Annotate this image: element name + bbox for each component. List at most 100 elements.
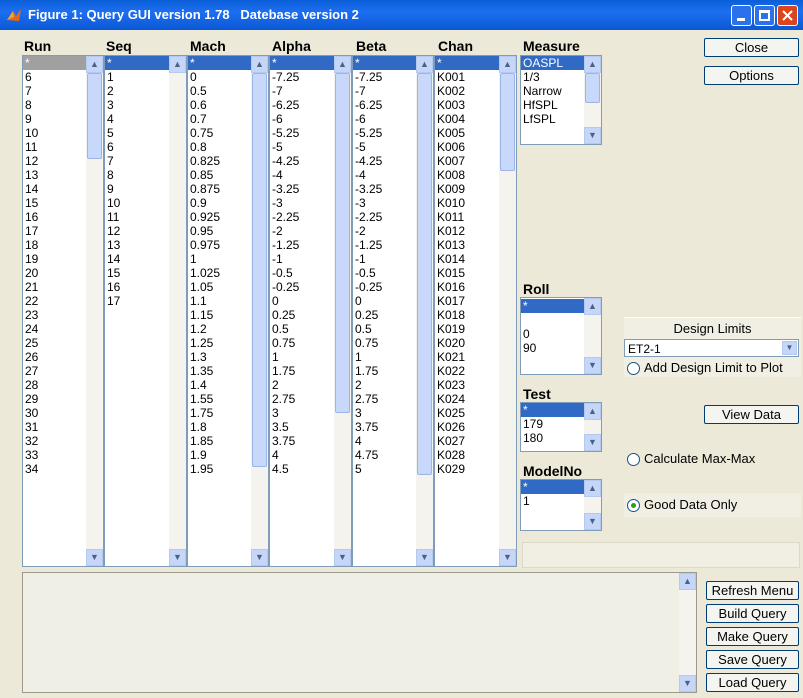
list-item[interactable]: K004 — [435, 112, 499, 126]
list-item[interactable]: K010 — [435, 196, 499, 210]
scroll-down-icon[interactable]: ▼ — [584, 513, 601, 530]
list-item[interactable]: 180 — [521, 431, 584, 445]
list-item[interactable]: -1.25 — [353, 238, 416, 252]
list-item[interactable]: 16 — [23, 210, 86, 224]
list-item[interactable]: 21 — [23, 280, 86, 294]
list-item[interactable]: 8 — [23, 98, 86, 112]
scroll-up-icon[interactable]: ▲ — [499, 56, 516, 73]
list-item[interactable]: K029 — [435, 462, 499, 476]
list-item[interactable]: 3.5 — [270, 420, 334, 434]
list-item[interactable]: K011 — [435, 210, 499, 224]
modelno-scrollbar[interactable]: ▲ ▼ — [584, 480, 601, 530]
scroll-down-icon[interactable]: ▼ — [584, 127, 601, 144]
run-scrollbar[interactable]: ▲ ▼ — [86, 56, 103, 566]
list-item[interactable]: 11 — [23, 140, 86, 154]
list-item[interactable]: 0.25 — [270, 308, 334, 322]
list-item[interactable]: 1.4 — [188, 378, 251, 392]
test-scrollbar[interactable]: ▲ ▼ — [584, 403, 601, 451]
list-item[interactable]: K003 — [435, 98, 499, 112]
list-item[interactable]: -3.25 — [353, 182, 416, 196]
list-item[interactable]: 20 — [23, 266, 86, 280]
list-item[interactable]: -5.25 — [353, 126, 416, 140]
list-item[interactable] — [521, 313, 584, 327]
list-item[interactable]: 1.75 — [270, 364, 334, 378]
list-item[interactable]: 0.7 — [188, 112, 251, 126]
scroll-down-icon[interactable]: ▼ — [584, 434, 601, 451]
list-item[interactable]: K026 — [435, 420, 499, 434]
list-item[interactable]: 0.9 — [188, 196, 251, 210]
good-data-only-radio[interactable] — [627, 499, 640, 512]
scroll-up-icon[interactable]: ▲ — [251, 56, 268, 73]
save-query-button[interactable]: Save Query — [706, 650, 799, 669]
list-item[interactable]: 0.875 — [188, 182, 251, 196]
scroll-thumb[interactable] — [500, 73, 515, 171]
list-item[interactable]: 1.1 — [188, 294, 251, 308]
list-item[interactable]: 3 — [353, 406, 416, 420]
make-query-button[interactable]: Make Query — [706, 627, 799, 646]
list-item[interactable]: 18 — [23, 238, 86, 252]
list-item[interactable]: * — [353, 56, 416, 70]
list-item[interactable]: K002 — [435, 84, 499, 98]
list-item[interactable]: 3.75 — [270, 434, 334, 448]
list-item[interactable]: -5 — [270, 140, 334, 154]
list-item[interactable]: K014 — [435, 252, 499, 266]
list-item[interactable]: 1 — [105, 70, 169, 84]
refresh-menu-button[interactable]: Refresh Menu — [706, 581, 799, 600]
scroll-up-icon[interactable]: ▲ — [169, 56, 186, 73]
list-item[interactable]: -7 — [353, 84, 416, 98]
scroll-down-icon[interactable]: ▼ — [416, 549, 433, 566]
list-item[interactable]: 3 — [105, 98, 169, 112]
list-item[interactable]: 0.5 — [270, 322, 334, 336]
list-item[interactable]: 28 — [23, 378, 86, 392]
load-query-button[interactable]: Load Query — [706, 673, 799, 692]
minimize-button[interactable] — [731, 5, 752, 26]
list-item[interactable]: 0.75 — [353, 336, 416, 350]
design-limits-select[interactable]: ET2-1 ▼ — [624, 339, 799, 357]
list-item[interactable]: 13 — [23, 168, 86, 182]
scroll-down-icon[interactable]: ▼ — [499, 549, 516, 566]
list-item[interactable]: 1 — [521, 494, 584, 508]
chan-listbox[interactable]: * K001 K002 K003 K004 K005 K006 K007 K00… — [434, 55, 517, 567]
list-item[interactable]: K024 — [435, 392, 499, 406]
scroll-up-icon[interactable]: ▲ — [584, 480, 601, 497]
list-item[interactable]: K001 — [435, 70, 499, 84]
list-item[interactable]: * — [188, 56, 251, 70]
seq-scrollbar[interactable]: ▲ ▼ — [169, 56, 186, 566]
scroll-down-icon[interactable]: ▼ — [86, 549, 103, 566]
list-item[interactable]: 31 — [23, 420, 86, 434]
list-item[interactable]: OASPL — [521, 56, 584, 70]
list-item[interactable]: 1.85 — [188, 434, 251, 448]
list-item[interactable]: 33 — [23, 448, 86, 462]
list-item[interactable]: 7 — [23, 84, 86, 98]
maximize-button[interactable] — [754, 5, 775, 26]
list-item[interactable]: 1.025 — [188, 266, 251, 280]
list-item[interactable]: -3 — [353, 196, 416, 210]
scroll-up-icon[interactable]: ▲ — [584, 403, 601, 420]
list-item[interactable]: 1.95 — [188, 462, 251, 476]
list-item[interactable]: K019 — [435, 322, 499, 336]
list-item[interactable]: 6 — [23, 70, 86, 84]
list-item[interactable]: 7 — [105, 154, 169, 168]
list-item[interactable]: 2.75 — [353, 392, 416, 406]
list-item[interactable]: K023 — [435, 378, 499, 392]
list-item[interactable]: 32 — [23, 434, 86, 448]
scroll-thumb[interactable] — [335, 73, 350, 413]
close-button[interactable]: Close — [704, 38, 799, 57]
list-item[interactable]: -6 — [270, 112, 334, 126]
list-item[interactable]: 4 — [105, 112, 169, 126]
list-item[interactable]: 0.5 — [353, 322, 416, 336]
scroll-up-icon[interactable]: ▲ — [334, 56, 351, 73]
list-item[interactable]: -6.25 — [270, 98, 334, 112]
list-item[interactable]: 23 — [23, 308, 86, 322]
query-text-area[interactable]: ▲ ▼ — [22, 572, 697, 693]
test-listbox[interactable]: * 179 180 ▲ ▼ — [520, 402, 602, 452]
list-item[interactable]: K008 — [435, 168, 499, 182]
list-item[interactable]: 179 — [521, 417, 584, 431]
alpha-listbox[interactable]: * -7.25 -7 -6.25 -6 -5.25 -5 -4.25 -4 -3… — [269, 55, 352, 567]
roll-scrollbar[interactable]: ▲ ▼ — [584, 298, 601, 374]
chevron-down-icon[interactable]: ▼ — [782, 341, 797, 355]
list-item[interactable]: 1 — [270, 350, 334, 364]
list-item[interactable]: 1.8 — [188, 420, 251, 434]
list-item[interactable]: 14 — [105, 252, 169, 266]
calculate-max-max-radio[interactable] — [627, 453, 640, 466]
